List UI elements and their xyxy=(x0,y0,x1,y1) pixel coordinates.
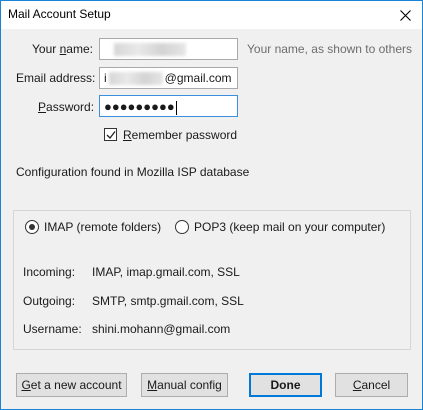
name-field[interactable] xyxy=(99,38,238,60)
outgoing-value: SMTP, smtp.gmail.com, SSL xyxy=(92,294,244,308)
checkmark-icon xyxy=(106,131,116,139)
password-field[interactable]: ●●●●●●●●● xyxy=(99,95,238,117)
name-value-redacted xyxy=(114,43,186,57)
incoming-label: Incoming: xyxy=(23,265,76,279)
remember-password-checkbox[interactable] xyxy=(104,128,117,141)
remember-password-label[interactable]: Remember password xyxy=(123,128,237,142)
done-button[interactable]: Done xyxy=(249,373,322,397)
outgoing-label: Outgoing: xyxy=(23,294,76,308)
password-label: Password: xyxy=(38,100,95,114)
incoming-value: IMAP, imap.gmail.com, SSL xyxy=(92,265,240,279)
manual-config-button[interactable]: Manual config xyxy=(141,373,228,397)
email-label: Email address: xyxy=(16,71,96,85)
close-icon xyxy=(399,9,411,21)
username-label: Username: xyxy=(23,322,82,336)
email-field[interactable]: i @gmail.com xyxy=(99,67,238,89)
imap-label[interactable]: IMAP (remote folders) xyxy=(44,220,161,234)
cancel-button[interactable]: Cancel xyxy=(335,373,408,397)
name-hint: Your name, as shown to others xyxy=(247,42,412,56)
config-status-text: Configuration found in Mozilla ISP datab… xyxy=(16,165,250,179)
username-value: shini.mohann@gmail.com xyxy=(92,322,231,336)
get-new-account-button[interactable]: Get a new account xyxy=(16,373,127,397)
imap-radio[interactable] xyxy=(25,220,39,234)
email-value-prefix: i xyxy=(104,71,107,85)
dialog-content: Your name: Your name, as shown to others… xyxy=(1,29,422,409)
close-button[interactable] xyxy=(388,1,422,29)
text-caret xyxy=(175,100,177,115)
mail-account-setup-dialog: Mail Account Setup Your name: Your name,… xyxy=(0,0,423,410)
password-value: ●●●●●●●●● xyxy=(104,99,175,114)
pop3-label[interactable]: POP3 (keep mail on your computer) xyxy=(194,220,385,234)
server-config-group: IMAP (remote folders) POP3 (keep mail on… xyxy=(13,210,411,350)
title-bar: Mail Account Setup xyxy=(1,1,422,29)
window-title: Mail Account Setup xyxy=(8,7,111,21)
pop3-radio[interactable] xyxy=(175,220,189,234)
email-value-redacted xyxy=(108,72,163,86)
name-label: Your name: xyxy=(32,42,93,56)
email-value-suffix: @gmail.com xyxy=(164,71,232,85)
